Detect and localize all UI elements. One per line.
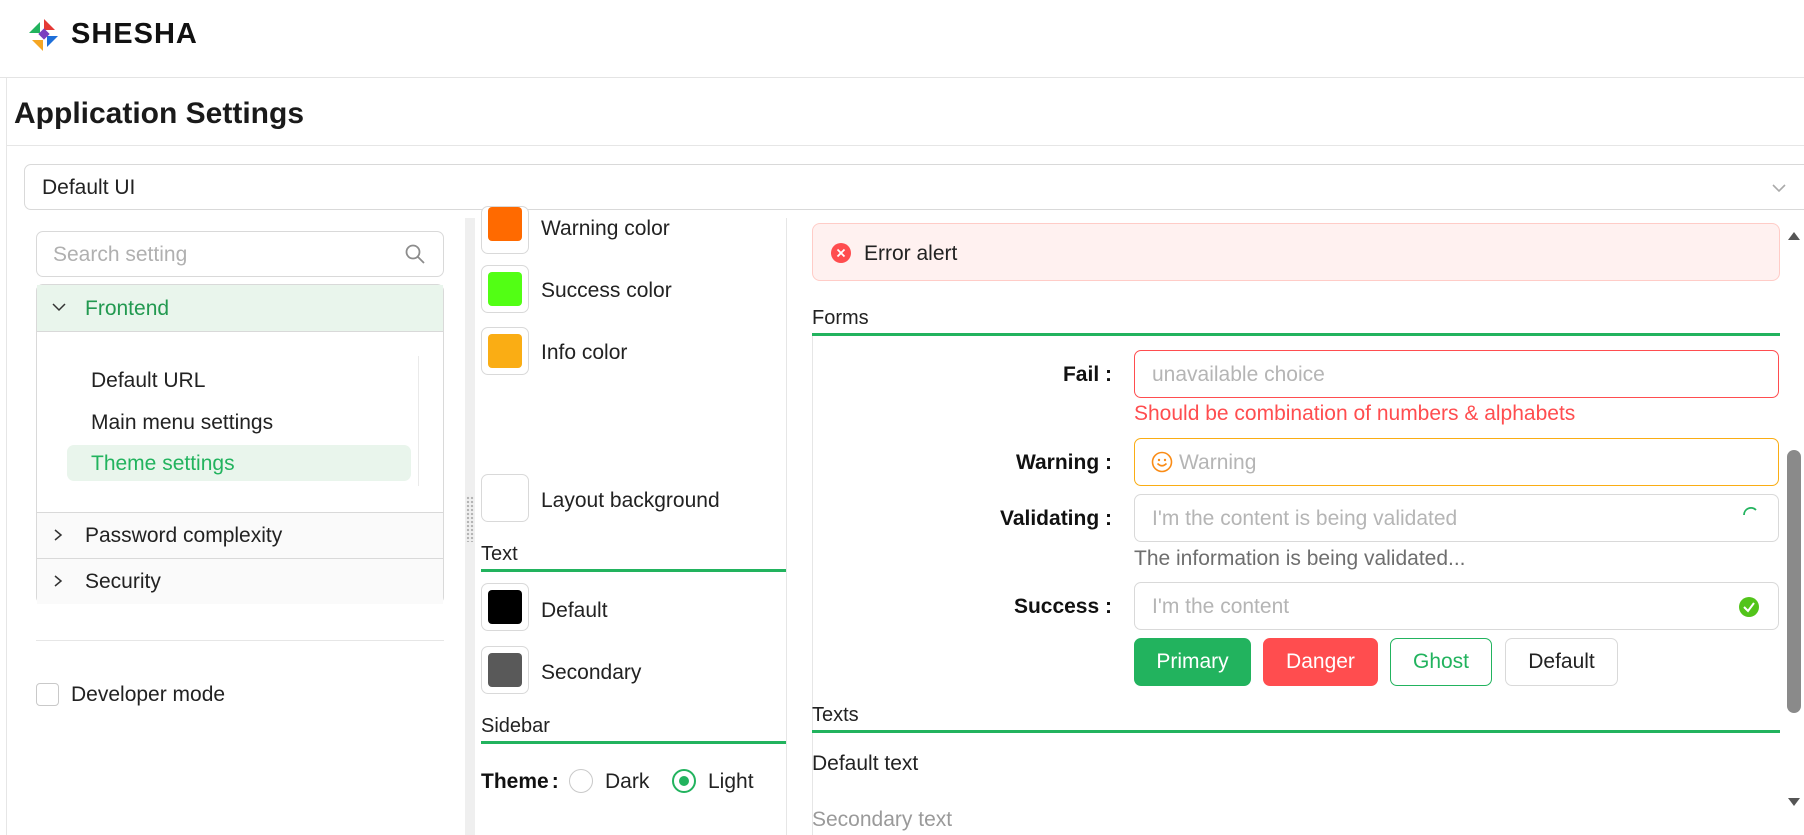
title-divider <box>6 145 1804 146</box>
success-label-text: Success <box>1013 595 1100 618</box>
chevron-right-icon <box>51 528 65 542</box>
radio-dark-label[interactable]: Dark <box>605 770 649 794</box>
color-picker-warning[interactable] <box>481 206 529 254</box>
group-label-frontend: Frontend <box>85 297 170 320</box>
menu-item-default-url[interactable]: Default URL <box>91 369 205 393</box>
loading-icon <box>1741 505 1761 525</box>
sidebar-theme-label-text: Theme <box>481 770 549 793</box>
warning-label: Warning : <box>812 451 1112 475</box>
radio-light[interactable] <box>672 769 696 793</box>
text-secondary-label: Secondary <box>541 661 642 684</box>
color-swatch <box>488 207 522 241</box>
side-divider <box>36 640 444 641</box>
developer-mode-checkbox[interactable] <box>36 683 59 706</box>
color-picker-text-secondary[interactable] <box>481 646 529 694</box>
radio-light-label[interactable]: Light <box>708 770 754 794</box>
panel-divider <box>786 218 787 835</box>
validating-help-text: The information is being validated... <box>1134 547 1466 570</box>
menu-item-theme-settings[interactable]: Theme settings <box>91 452 235 476</box>
section-divider <box>812 730 1780 733</box>
label-colon: : <box>1099 363 1112 386</box>
sidebar-section-title: Sidebar <box>481 715 550 737</box>
layout-background-label: Layout background <box>541 489 720 512</box>
color-picker-info[interactable] <box>481 327 529 375</box>
section-divider <box>812 333 1780 336</box>
developer-mode-label[interactable]: Developer mode <box>71 683 225 707</box>
success-label: Success : <box>812 595 1112 619</box>
ui-selector-value: Default UI <box>42 176 136 199</box>
label-colon: : <box>551 770 559 793</box>
section-divider <box>481 569 786 572</box>
text-section-title: Text <box>481 543 518 565</box>
validating-input-placeholder: I'm the content is being validated <box>1152 507 1458 530</box>
sidebar-theme-label: Theme: <box>481 770 559 794</box>
color-swatch <box>488 334 522 368</box>
warning-label-text: Warning <box>1015 451 1100 474</box>
scroll-down-arrow-icon[interactable] <box>1786 796 1802 808</box>
validating-label: Validating : <box>812 507 1112 531</box>
warning-input-placeholder: Warning <box>1179 451 1257 474</box>
ghost-button[interactable]: Ghost <box>1390 638 1492 686</box>
texts-section-title: Texts <box>812 704 859 726</box>
color-swatch <box>488 272 522 306</box>
info-color-label: Info color <box>541 341 628 364</box>
fail-label-text: Fail <box>1062 363 1100 386</box>
color-swatch <box>488 653 522 687</box>
color-picker-layout-background[interactable] <box>481 474 529 522</box>
search-placeholder: Search setting <box>53 243 188 266</box>
ui-selector[interactable] <box>24 164 1804 210</box>
shesha-logo-icon[interactable] <box>27 17 61 53</box>
close-circle-icon <box>831 243 851 263</box>
group-label-security: Security <box>85 570 161 593</box>
validating-label-text: Validating <box>999 507 1100 530</box>
error-alert-text: Error alert <box>864 242 958 265</box>
chevron-right-icon <box>51 574 65 588</box>
smile-icon <box>1151 451 1173 473</box>
label-colon: : <box>1099 507 1112 530</box>
success-input-placeholder: I'm the content <box>1152 595 1290 618</box>
success-color-label: Success color <box>541 279 672 302</box>
group-label-password-complexity: Password complexity <box>85 524 283 547</box>
radio-dark[interactable] <box>569 769 593 793</box>
content-left-border <box>6 78 7 835</box>
brand-name[interactable]: SHESHA <box>71 18 198 51</box>
fail-help-text: Should be combination of numbers & alpha… <box>1134 402 1576 425</box>
page-title: Application Settings <box>14 97 305 130</box>
search-icon[interactable] <box>404 243 426 265</box>
color-picker-success[interactable] <box>481 265 529 313</box>
fail-input-placeholder: unavailable choice <box>1152 363 1325 386</box>
fail-label: Fail : <box>812 363 1112 387</box>
menu-item-main-menu-settings[interactable]: Main menu settings <box>91 411 273 435</box>
primary-button[interactable]: Primary <box>1134 638 1251 686</box>
secondary-text-sample: Secondary text <box>812 808 953 831</box>
section-divider <box>481 741 786 744</box>
color-swatch <box>488 481 522 515</box>
label-colon: : <box>1099 451 1112 474</box>
default-text-sample: Default text <box>812 752 919 775</box>
top-bar <box>0 0 1804 78</box>
menu-scroll-line <box>418 356 419 486</box>
color-swatch <box>488 590 522 624</box>
default-button[interactable]: Default <box>1505 638 1618 686</box>
danger-button[interactable]: Danger <box>1263 638 1378 686</box>
color-picker-text-default[interactable] <box>481 583 529 631</box>
chevron-down-icon[interactable] <box>1770 179 1788 197</box>
text-default-label: Default <box>541 599 608 622</box>
scrollbar-thumb[interactable] <box>1787 450 1801 713</box>
chevron-down-icon <box>51 299 67 315</box>
forms-section-title: Forms <box>812 307 869 329</box>
label-colon: : <box>1099 595 1112 618</box>
drag-handle-icon[interactable] <box>466 496 474 542</box>
check-circle-icon <box>1738 596 1760 618</box>
scroll-up-arrow-icon[interactable] <box>1786 230 1802 242</box>
warning-color-label: Warning color <box>541 217 670 240</box>
